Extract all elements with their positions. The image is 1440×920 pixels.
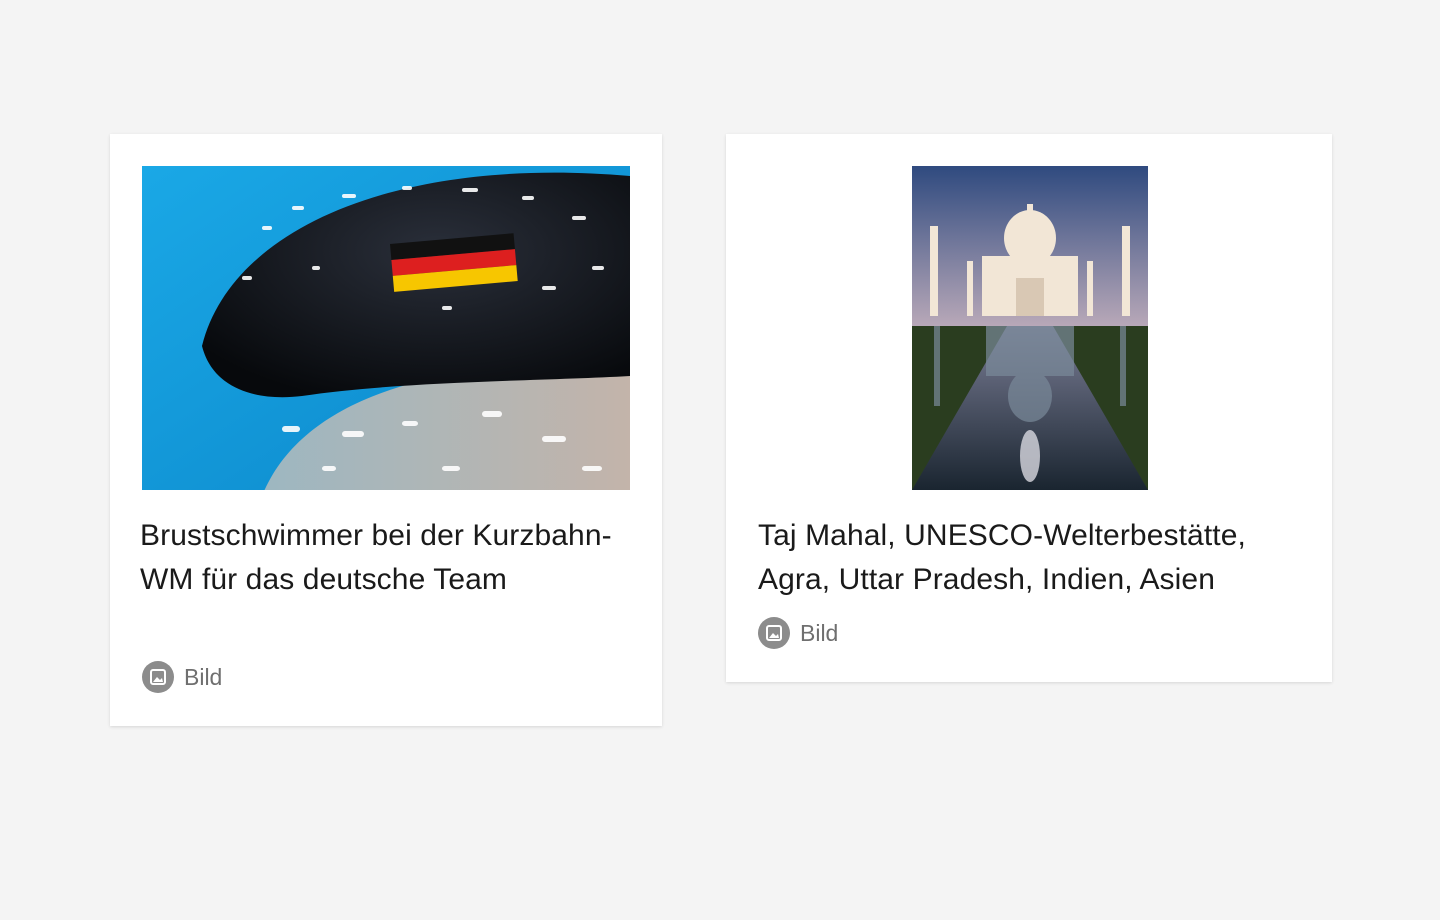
swimmer-photo: [142, 166, 630, 490]
media-type: Bild: [142, 661, 222, 693]
taj-mahal-photo: [912, 166, 1148, 490]
media-type: Bild: [758, 617, 838, 649]
media-type-label: Bild: [184, 663, 223, 690]
taj-mahal-image[interactable]: [912, 166, 1148, 490]
result-card-taj-mahal[interactable]: Taj Mahal, UNESCO-Welterbestätte, Agra, …: [726, 134, 1332, 682]
swimmer-image[interactable]: [142, 166, 630, 490]
image-icon: [142, 661, 174, 693]
media-type-label: Bild: [800, 619, 839, 646]
result-card-swimmer[interactable]: Brustschwimmer bei der Kurzbahn-WM für d…: [110, 134, 662, 726]
card-title[interactable]: Taj Mahal, UNESCO-Welterbestätte, Agra, …: [758, 514, 1308, 602]
card-title[interactable]: Brustschwimmer bei der Kurzbahn-WM für d…: [140, 514, 632, 602]
image-icon: [758, 617, 790, 649]
